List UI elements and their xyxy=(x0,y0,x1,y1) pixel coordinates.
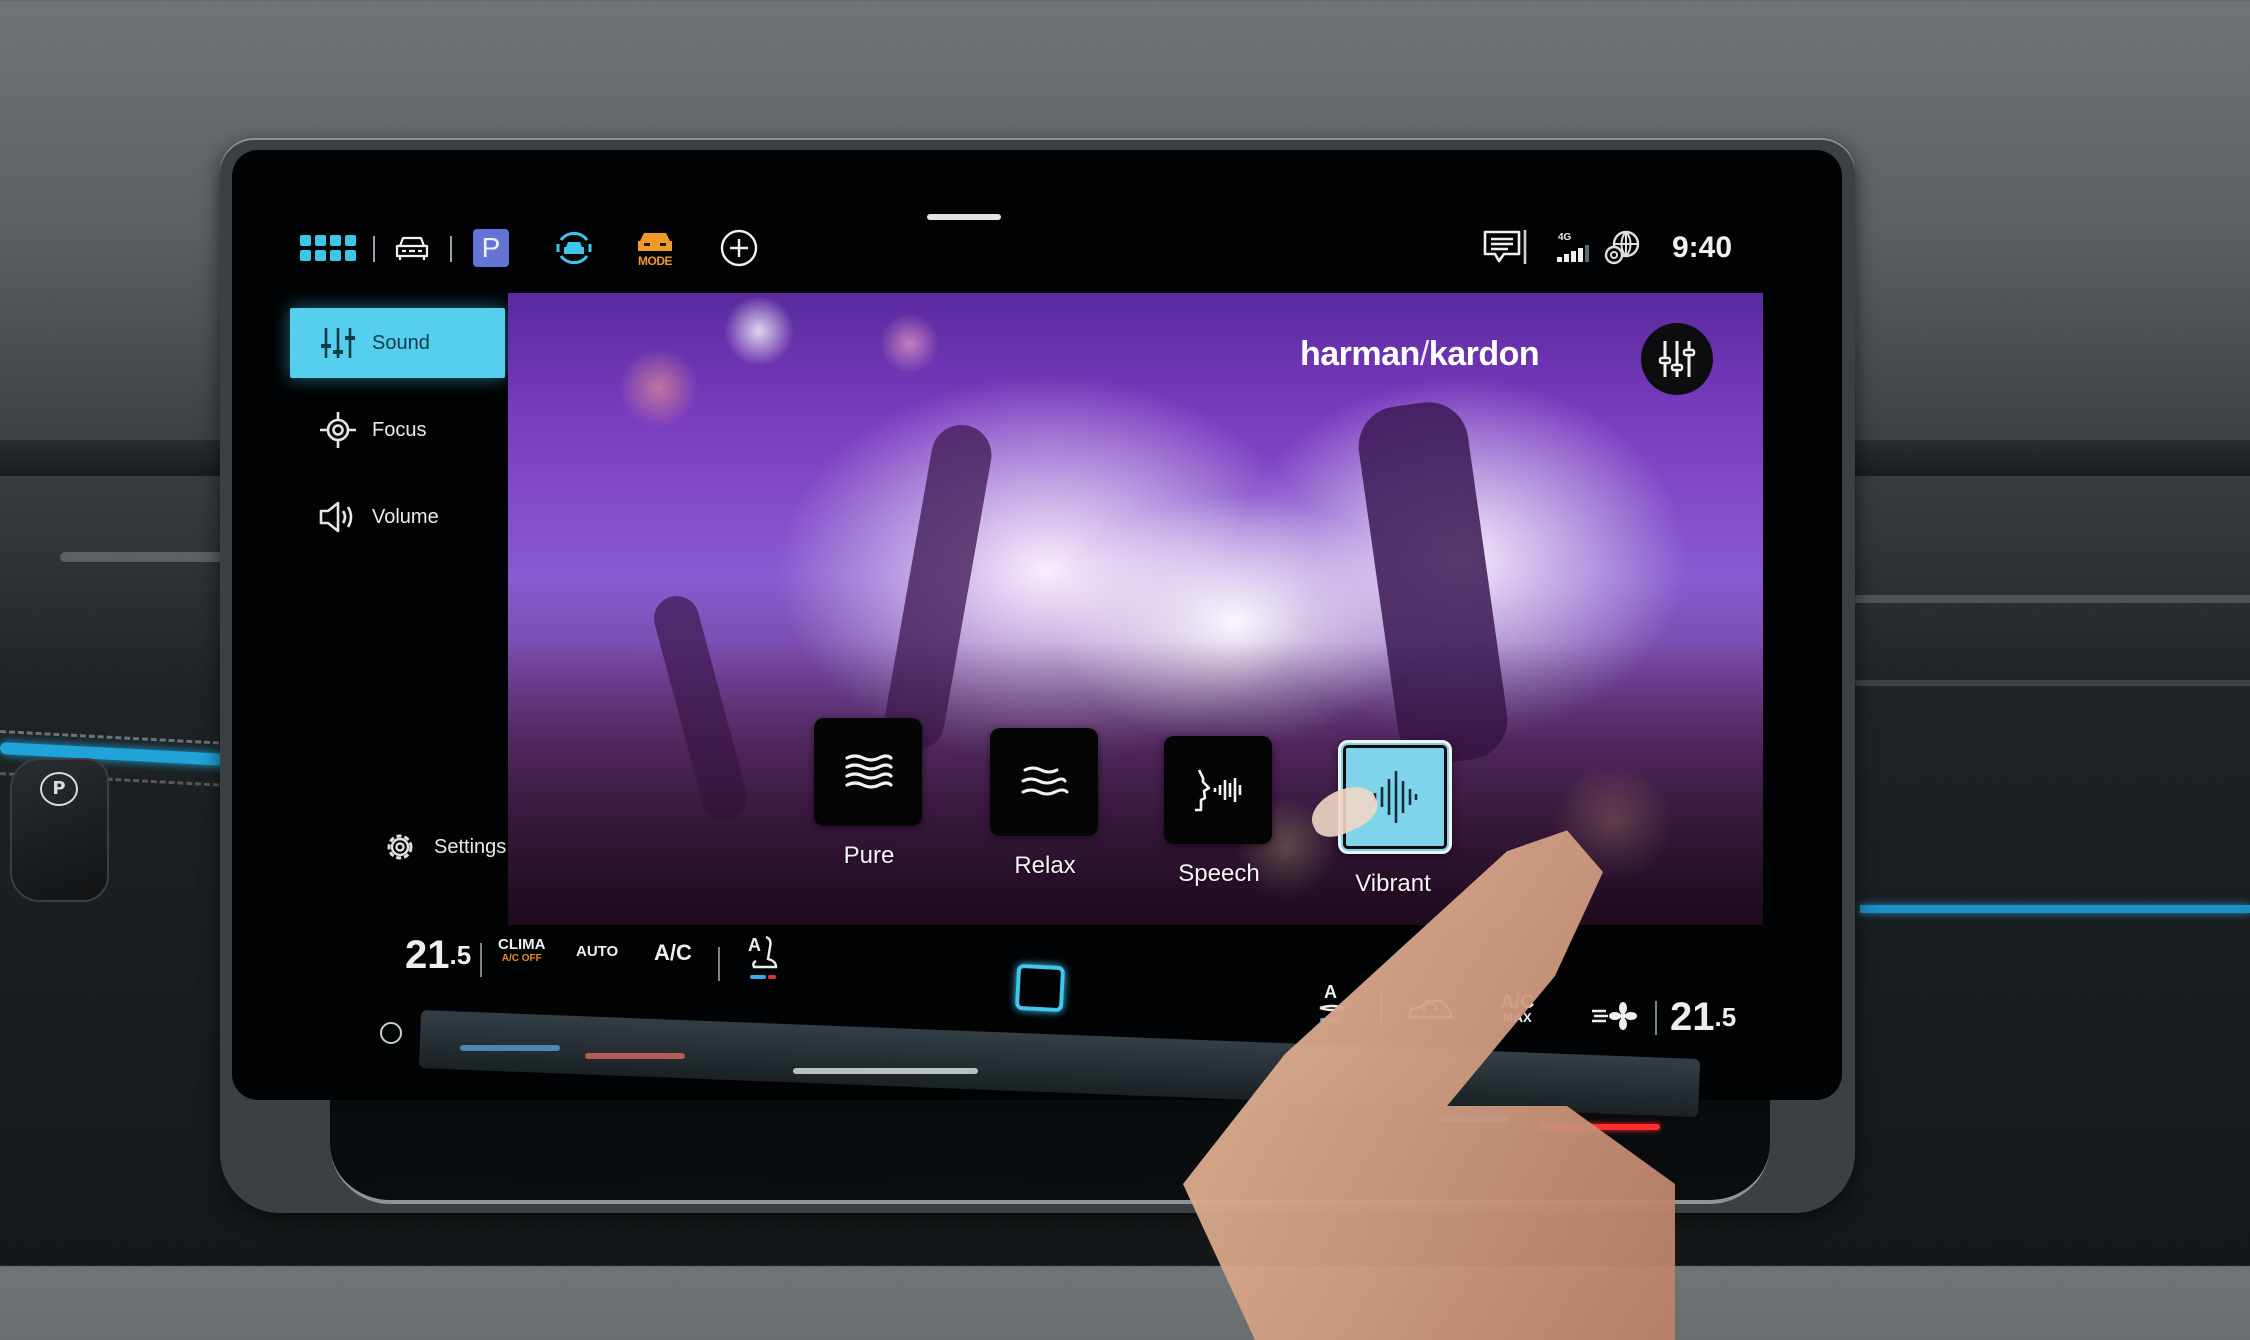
add-circle-icon[interactable] xyxy=(717,222,761,274)
divider xyxy=(480,943,482,977)
ac-off-status: A/C OFF xyxy=(501,953,542,964)
equalizer-button[interactable] xyxy=(1641,323,1713,395)
seat-heat-left-button[interactable]: A xyxy=(742,933,782,983)
air-vent-right-lower xyxy=(1850,680,2250,686)
clima-button[interactable]: CLIMA A/C OFF xyxy=(498,937,546,965)
temperature-warm-indicator xyxy=(585,1053,685,1059)
home-button[interactable] xyxy=(1014,963,1066,1013)
temperature-cold-indicator xyxy=(460,1045,560,1051)
parking-brake-icon: P xyxy=(40,772,78,806)
cellular-signal-icon: 4G xyxy=(1555,222,1600,274)
volume-slider-indicator xyxy=(793,1068,978,1074)
equalizer-icon xyxy=(1658,341,1696,377)
air-vent-right xyxy=(1850,595,2250,603)
sidebar: Sound Focus Volume Settings xyxy=(290,300,508,900)
waves-icon xyxy=(814,718,922,826)
gear-icon xyxy=(380,829,420,865)
globe-icon xyxy=(1600,222,1644,274)
divider xyxy=(373,236,375,262)
sidebar-item-label: Sound xyxy=(372,331,430,354)
pull-down-handle[interactable] xyxy=(927,214,1001,220)
sound-mode-pure[interactable]: Pure xyxy=(814,718,924,893)
ac-button[interactable]: A/C xyxy=(654,940,692,966)
seat-heat-auto-label: A xyxy=(1324,982,1337,1002)
divider xyxy=(1655,1001,1657,1035)
clock: 9:40 xyxy=(1671,231,1733,264)
status-bar: P MODE 4G 9:40 xyxy=(295,222,1765,274)
focus-target-icon xyxy=(318,412,358,448)
fan-speed-button[interactable] xyxy=(1590,1001,1640,1031)
drive-mode-icon[interactable]: MODE xyxy=(630,222,680,274)
fan-icon xyxy=(1592,1002,1637,1030)
right-temperature[interactable]: 21.5 xyxy=(1670,995,1736,1040)
apps-grid-icon[interactable] xyxy=(300,222,356,274)
car-front-icon[interactable] xyxy=(390,222,434,274)
waves-icon xyxy=(990,728,1098,836)
sidebar-item-sound[interactable]: Sound xyxy=(290,308,505,378)
left-temperature[interactable]: 21.5 xyxy=(405,933,471,978)
sidebar-item-volume[interactable]: Volume xyxy=(290,482,505,552)
sidebar-item-label: Volume xyxy=(372,505,439,528)
sound-mode-speech[interactable]: Speech xyxy=(1164,736,1274,911)
parking-brake-switch[interactable]: P xyxy=(10,758,109,902)
ambient-light-right xyxy=(1860,905,2250,913)
sound-mode-selector: Pure Relax Speech Vibrant xyxy=(814,718,1534,918)
harman-kardon-logo: harman/kardon xyxy=(1300,335,1540,373)
sound-content-area: harman/kardon Pure Relax Speech Vibrant xyxy=(508,293,1763,925)
sidebar-item-label: Focus xyxy=(372,418,427,441)
sidebar-item-label: Settings xyxy=(434,835,507,858)
message-icon[interactable] xyxy=(1480,222,1530,274)
seat-heat-auto-label: A xyxy=(748,935,761,955)
divider xyxy=(450,236,452,262)
equalizer-icon xyxy=(318,325,358,361)
parking-icon[interactable]: P xyxy=(470,222,512,274)
driver-assist-icon[interactable] xyxy=(550,222,598,274)
speaker-icon xyxy=(318,499,358,535)
seat-heat-icon: A xyxy=(748,935,778,979)
speech-icon xyxy=(1164,736,1272,844)
auto-button[interactable]: AUTO xyxy=(576,943,618,960)
divider xyxy=(718,947,720,981)
sound-mode-relax[interactable]: Relax xyxy=(990,728,1100,903)
power-icon[interactable] xyxy=(380,1022,402,1044)
sidebar-item-focus[interactable]: Focus xyxy=(290,395,505,465)
